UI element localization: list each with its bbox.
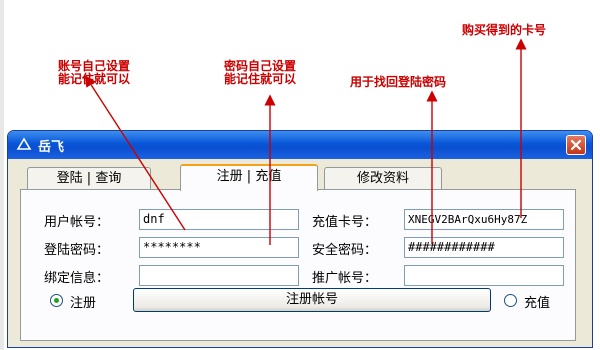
close-button[interactable] (566, 135, 586, 155)
password-annotation: 密码自己设置 能记住就可以 (224, 60, 296, 86)
register-radio[interactable] (50, 294, 63, 307)
dialog-window: 岳飞 登陆 | 查询 注册 | 充值 修改资料 用户帐号： dnf 登陆密码： … (7, 130, 593, 348)
safety-annotation: 用于找回登陆密码 (350, 75, 447, 89)
tab-register-recharge-label: 注册 | 充值 (216, 169, 282, 184)
title-bar[interactable]: 岳飞 (8, 131, 592, 159)
safety-password-label: 安全密码： (312, 243, 378, 258)
password-input[interactable]: ******** (139, 237, 299, 258)
recharge-radio[interactable] (504, 294, 517, 307)
recharge-radio-label[interactable]: 充值 (524, 292, 550, 311)
app-triangle-icon (16, 137, 32, 150)
tab-edit-profile[interactable]: 修改资料 (324, 167, 442, 189)
account-annotation-line2: 能记住就可以 (58, 72, 131, 86)
close-x-icon (570, 139, 582, 151)
tab-edit-profile-label: 修改资料 (356, 171, 409, 186)
promo-account-label: 推广帐号： (312, 271, 378, 286)
username-input[interactable]: dnf (139, 209, 299, 230)
password-annotation-line2: 能记住就可以 (224, 72, 297, 86)
promo-account-input[interactable] (404, 265, 564, 286)
register-radio-label[interactable]: 注册 (70, 292, 96, 311)
bind-info-label: 绑定信息： (44, 271, 110, 286)
card-number-label: 充值卡号： (312, 215, 378, 230)
tab-register-recharge[interactable]: 注册 | 充值 (180, 164, 318, 191)
radio-selected-dot (54, 298, 59, 303)
safety-password-input[interactable]: ############ (404, 237, 564, 258)
username-label: 用户帐号： (44, 215, 110, 230)
bind-info-input[interactable] (139, 265, 299, 286)
account-annotation: 账号自己设置 能记住就可以 (58, 60, 130, 86)
card-number-input[interactable]: XNEGV2BArQxu6Hy87Z (404, 209, 564, 230)
left-border (0, 0, 4, 350)
card-annotation: 购买得到的卡号 (462, 23, 547, 37)
tab-login-query[interactable]: 登陆 | 查询 (27, 167, 151, 189)
tab-login-query-label: 登陆 | 查询 (56, 171, 122, 186)
register-account-button[interactable]: 注册帐号 (133, 288, 491, 312)
password-label: 登陆密码： (44, 243, 110, 258)
window-title: 岳飞 (38, 140, 65, 155)
